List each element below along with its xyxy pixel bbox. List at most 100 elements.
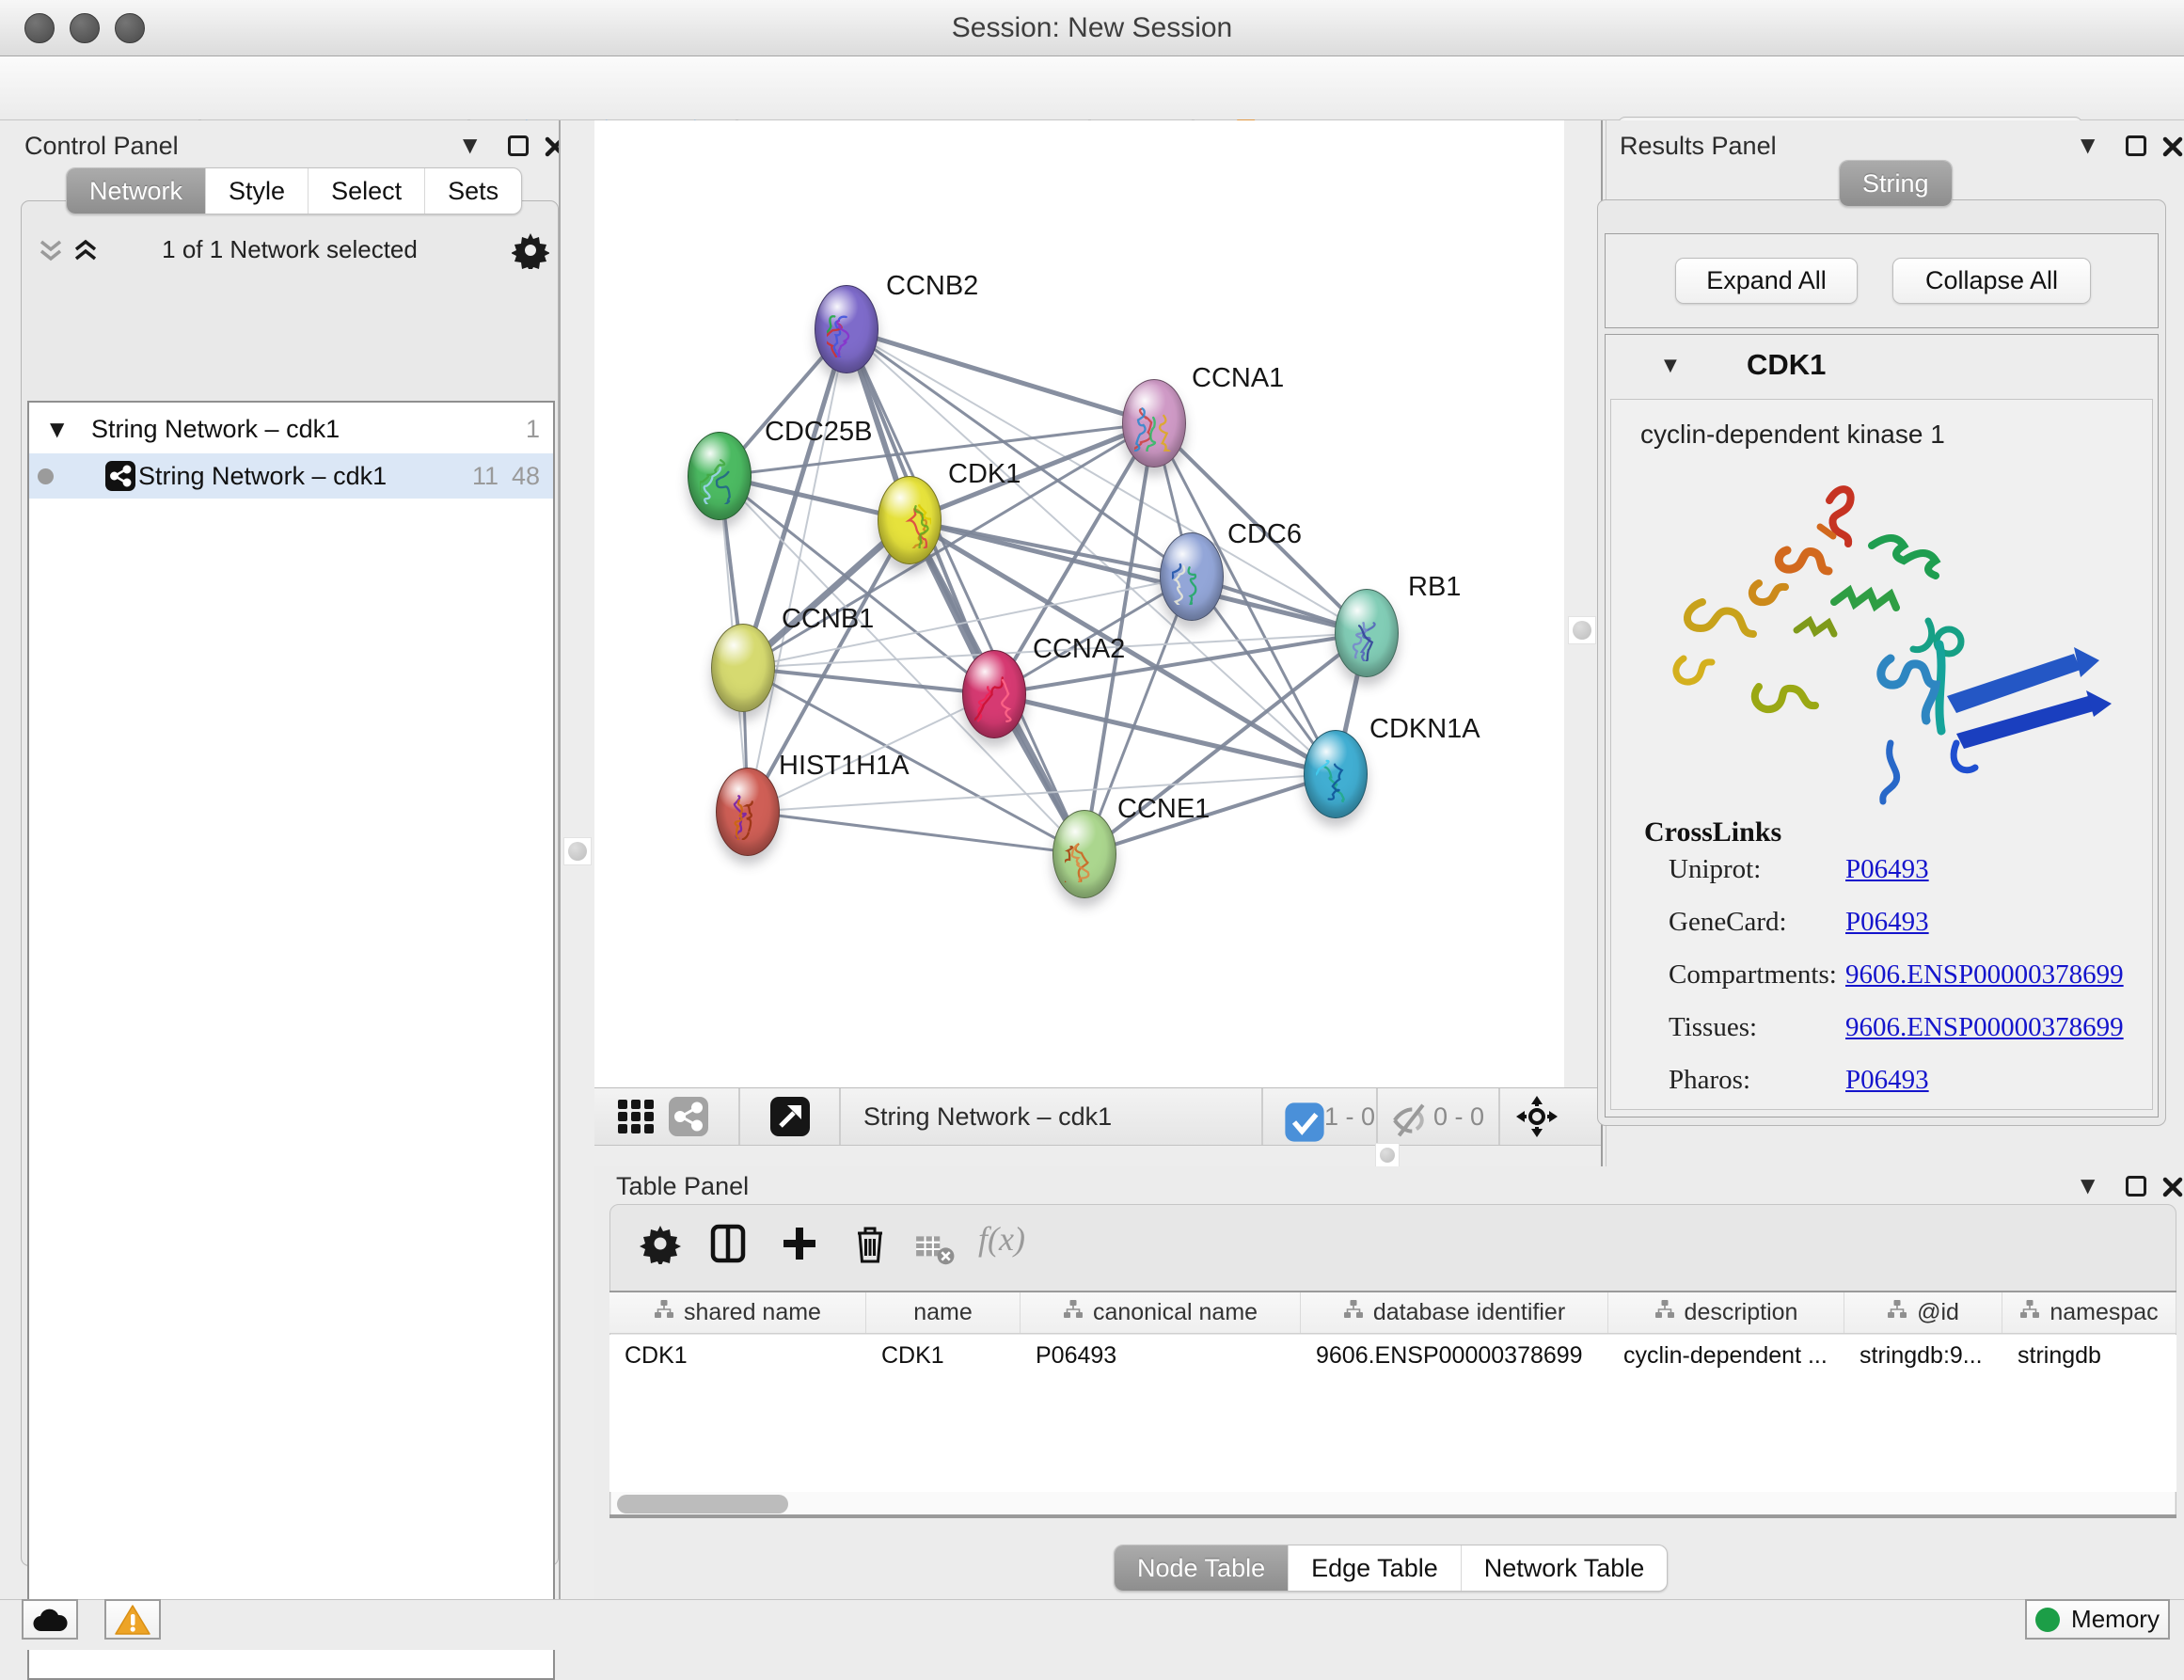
crosslink-label: Uniprot:: [1669, 854, 1761, 885]
close-panel-icon[interactable]: [2161, 1176, 2184, 1198]
crosslink-row: Pharos:P06493: [1669, 1065, 2139, 1117]
node-CCNB1[interactable]: [711, 624, 775, 712]
network-tree-row[interactable]: String Network – cdk14811: [29, 453, 553, 499]
memory-label: Memory: [2071, 1605, 2160, 1634]
horizontal-splitter-handle[interactable]: [1375, 1143, 1400, 1167]
column-header-@id[interactable]: @id: [1844, 1292, 2002, 1333]
status-bar: Memory: [0, 1599, 2184, 1650]
table-body-empty: [609, 1376, 2176, 1492]
warning-icon: [114, 1604, 151, 1636]
table-header-row: shared namenamecanonical namedatabase id…: [609, 1291, 2176, 1334]
expand-all-button[interactable]: Expand All: [1675, 258, 1858, 304]
network-canvas[interactable]: CCNB2CCNA1CDC25BCDK1CDC6RB1CCNB1CCNA2CDK…: [594, 120, 1564, 1087]
crosslink-uniprot-link[interactable]: P06493: [1845, 854, 1929, 885]
node-RB1[interactable]: [1335, 589, 1399, 677]
show-columns-icon[interactable]: [707, 1223, 749, 1264]
tab-style[interactable]: Style: [205, 168, 308, 214]
node-CDC6[interactable]: [1160, 532, 1224, 621]
table-cell[interactable]: cyclin-dependent ...: [1608, 1335, 1844, 1376]
tab-edge-table[interactable]: Edge Table: [1288, 1545, 1461, 1591]
close-panel-icon[interactable]: [2161, 135, 2184, 158]
maximize-panel-icon[interactable]: [2126, 135, 2146, 161]
network-status-dot: [38, 468, 54, 484]
crosslink-genecard-link[interactable]: P06493: [1845, 907, 1929, 938]
left-splitter-handle[interactable]: [563, 837, 592, 865]
sitemap-icon: [1343, 1299, 1364, 1326]
tab-network-table[interactable]: Network Table: [1461, 1545, 1668, 1591]
table-hscrollbar[interactable]: [611, 1492, 2175, 1516]
table-cell[interactable]: 9606.ENSP00000378699: [1301, 1335, 1608, 1376]
crosslink-row: GeneCard:P06493: [1669, 907, 2139, 959]
node-CDKN1A[interactable]: [1304, 730, 1368, 818]
table-hscrollbar-thumb[interactable]: [617, 1495, 788, 1514]
left-splitter[interactable]: [559, 120, 594, 1599]
crosslink-tissues-link[interactable]: 9606.ENSP00000378699: [1845, 1012, 2124, 1043]
node-label-CDKN1A: CDKN1A: [1369, 714, 1480, 745]
table-cell[interactable]: CDK1: [866, 1335, 1021, 1376]
tab-node-table[interactable]: Node Table: [1115, 1545, 1288, 1591]
node-CCNB2[interactable]: [815, 285, 878, 373]
table-cell[interactable]: CDK1: [609, 1335, 866, 1376]
network-view-title: String Network – cdk1: [863, 1088, 1112, 1145]
node-label-CCNE1: CCNE1: [1117, 794, 1210, 825]
tab-select[interactable]: Select: [308, 168, 424, 214]
node-HIST1H1A[interactable]: [716, 768, 780, 856]
network-collection-label: String Network – cdk1: [91, 406, 340, 452]
network-overview-share-icon[interactable]: [668, 1096, 709, 1137]
node-label-CDC25B: CDC25B: [765, 417, 872, 448]
warning-status-button[interactable]: [104, 1599, 161, 1640]
table-cell[interactable]: stringdb: [2002, 1335, 2176, 1376]
network-label: String Network – cdk1: [138, 453, 387, 499]
maximize-panel-icon[interactable]: [2126, 1176, 2146, 1201]
float-panel-icon[interactable]: ▼: [463, 134, 477, 156]
horizontal-splitter[interactable]: [594, 1146, 1602, 1166]
function-builder-icon: f(x): [978, 1219, 1025, 1259]
node-CDC25B[interactable]: [688, 432, 752, 520]
network-tree-row[interactable]: ▼String Network – cdk11: [29, 406, 553, 452]
column-header-database-identifier[interactable]: database identifier: [1301, 1292, 1608, 1333]
right-splitter-handle[interactable]: [1568, 616, 1596, 644]
float-panel-icon[interactable]: ▼: [2081, 134, 2095, 156]
memory-button[interactable]: Memory: [2025, 1599, 2170, 1640]
tab-sets[interactable]: Sets: [424, 168, 521, 214]
collapse-entry-icon[interactable]: ▼: [1664, 356, 1677, 375]
maximize-panel-icon[interactable]: [508, 135, 529, 161]
table-bottom-border: [609, 1514, 2176, 1518]
float-panel-icon[interactable]: ▼: [2081, 1174, 2095, 1197]
node-CDK1[interactable]: [878, 476, 942, 564]
results-tabs: String: [1839, 160, 1953, 207]
tab-network[interactable]: Network: [67, 168, 205, 214]
selected-nodes-checkbox-icon[interactable]: [1284, 1102, 1314, 1132]
network-options-gear-icon[interactable]: [512, 231, 549, 269]
tab-string[interactable]: String: [1840, 161, 1952, 206]
network-count: 11: [472, 453, 499, 499]
cloud-status-button[interactable]: [22, 1599, 78, 1640]
column-header-canonical-name[interactable]: canonical name: [1021, 1292, 1301, 1333]
results-panel: Results Panel ▼ String Expand All Collap…: [1606, 120, 2184, 1166]
node-CCNA1[interactable]: [1122, 379, 1186, 468]
collapse-all-button[interactable]: Collapse All: [1892, 258, 2091, 304]
table-cell[interactable]: P06493: [1021, 1335, 1301, 1376]
center-view-crosshair-icon[interactable]: [1516, 1096, 1558, 1137]
table-row[interactable]: CDK1CDK1P064939606.ENSP00000378699cyclin…: [609, 1335, 2176, 1376]
network-list: ▼String Network – cdk11String Network – …: [27, 401, 555, 1680]
control-panel-tabs: NetworkStyleSelectSets: [66, 167, 522, 214]
crosslink-pharos-link[interactable]: P06493: [1845, 1065, 1929, 1096]
crosslink-row: Uniprot: P06493: [1669, 854, 2139, 907]
column-header-namespac[interactable]: namespac: [2002, 1292, 2176, 1333]
column-header-description[interactable]: description: [1608, 1292, 1844, 1333]
delete-column-icon[interactable]: [849, 1223, 891, 1264]
popout-view-icon[interactable]: [769, 1096, 811, 1137]
column-header-name[interactable]: name: [866, 1292, 1021, 1333]
node-CCNE1[interactable]: [1052, 810, 1116, 898]
crosslink-compartments-link[interactable]: 9606.ENSP00000378699: [1845, 959, 2124, 991]
table-cell[interactable]: stringdb:9...: [1844, 1335, 2002, 1376]
right-splitter[interactable]: [1564, 120, 1602, 1087]
add-column-icon[interactable]: [779, 1223, 820, 1264]
expand-node-icon[interactable]: ▼: [50, 406, 64, 452]
table-gear-icon[interactable]: [640, 1223, 681, 1264]
column-header-shared-name[interactable]: shared name: [609, 1292, 866, 1333]
birdseye-grid-icon[interactable]: [615, 1096, 657, 1137]
memory-status-dot: [2035, 1608, 2060, 1632]
node-CCNA2[interactable]: [962, 650, 1026, 738]
